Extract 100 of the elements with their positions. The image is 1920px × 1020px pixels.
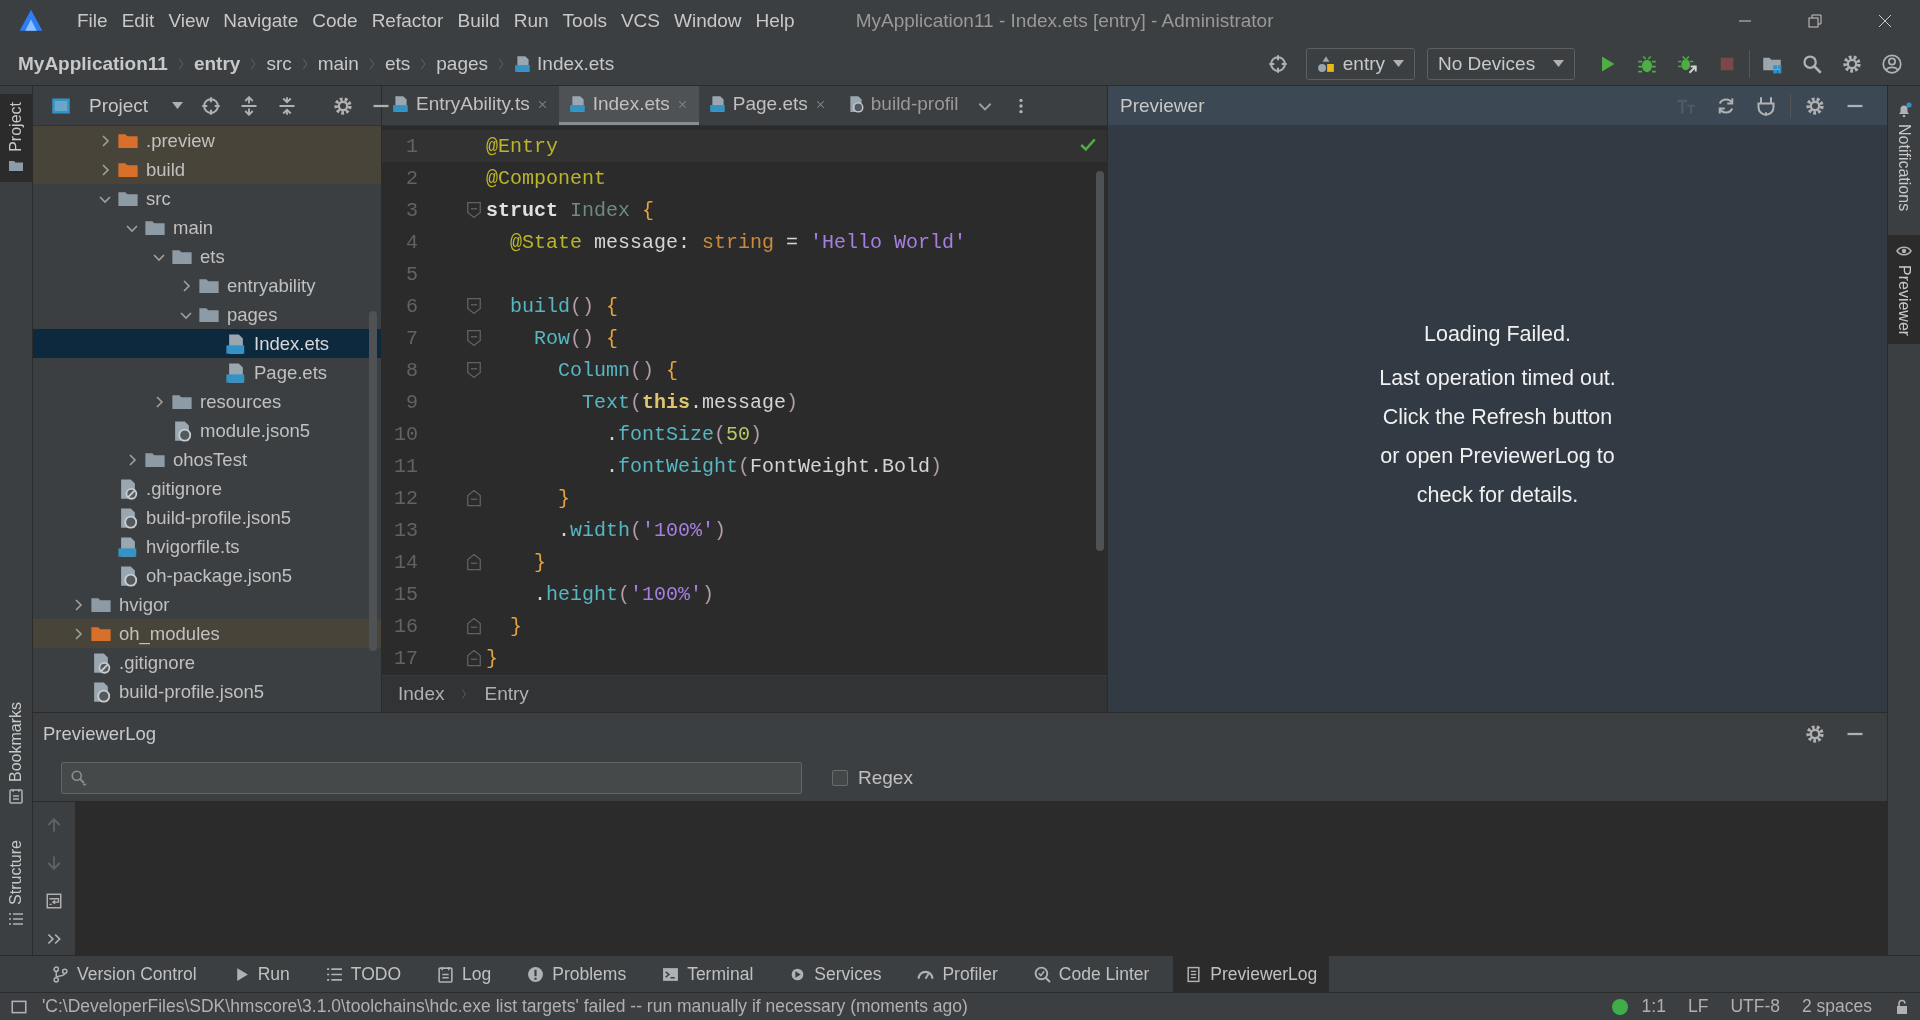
tool-window-button[interactable]: Problems	[515, 956, 639, 992]
menu-item[interactable]: Refactor	[364, 10, 451, 32]
tool-window-button[interactable]: Terminal	[650, 956, 766, 992]
tree-item[interactable]: build	[33, 155, 381, 184]
breadcrumb[interactable]: entry	[193, 52, 241, 75]
account-icon[interactable]	[1882, 53, 1902, 74]
fold-marker-icon[interactable]	[464, 616, 484, 636]
tree-item[interactable]: pages	[33, 300, 381, 329]
checkmark-icon	[1079, 136, 1097, 154]
editor-tab[interactable]: build-profil	[836, 86, 969, 125]
menu-item[interactable]: Tools	[555, 10, 614, 32]
search-field[interactable]	[61, 762, 802, 794]
menu-item[interactable]: Run	[506, 10, 556, 32]
caret-icon[interactable]	[172, 102, 184, 109]
tree-item[interactable]: main	[33, 213, 381, 242]
line-separator[interactable]: LF	[1687, 996, 1709, 1017]
side-tab[interactable]: Structure	[0, 831, 32, 935]
settings-icon[interactable]	[1805, 724, 1825, 744]
tool-window-button[interactable]: Version Control	[40, 956, 209, 992]
settings-icon[interactable]	[333, 95, 354, 116]
tree-item[interactable]: entryability	[33, 271, 381, 300]
settings-icon[interactable]	[1805, 95, 1825, 116]
tool-window-button[interactable]: Code Linter	[1021, 956, 1162, 992]
breadcrumb[interactable]: main	[317, 52, 359, 75]
tree-item[interactable]: .gitignore	[33, 474, 381, 503]
tree-item[interactable]: oh_modules	[33, 619, 381, 648]
menu-item[interactable]: Window	[667, 10, 749, 32]
scrollbar[interactable]	[369, 311, 377, 651]
menu-item[interactable]: Build	[450, 10, 507, 32]
indent-setting[interactable]: 2 spaces	[1801, 996, 1872, 1017]
tool-window-button[interactable]: PreviewerLog	[1173, 956, 1330, 992]
editor-tab[interactable]: Page.ets	[698, 86, 837, 125]
collapse-all-icon[interactable]	[277, 95, 298, 116]
tool-window-button[interactable]: Profiler	[905, 956, 1010, 992]
tool-window-button[interactable]: Run	[220, 956, 302, 992]
breadcrumb[interactable]: src	[266, 52, 292, 75]
breadcrumb[interactable]: pages	[436, 52, 489, 75]
restore-icon[interactable]	[1807, 13, 1823, 29]
locate-icon[interactable]	[201, 95, 222, 116]
fold-marker-icon[interactable]	[464, 360, 484, 380]
editor-tab[interactable]: EntryAbility.ts	[382, 86, 559, 125]
menu-item[interactable]: Navigate	[216, 10, 306, 32]
side-tab[interactable]: Bookmarks	[0, 693, 32, 812]
tree-item[interactable]: ets	[33, 242, 381, 271]
menu-item[interactable]: Help	[748, 10, 802, 32]
menu-item[interactable]: File	[70, 10, 115, 32]
device-dropdown[interactable]: No Devices	[1427, 47, 1575, 80]
settings-icon[interactable]	[1842, 53, 1862, 74]
fold-marker-icon[interactable]	[464, 488, 484, 508]
tool-window-button[interactable]: Services	[777, 956, 894, 992]
tree-item[interactable]: src	[33, 184, 381, 213]
breadcrumb[interactable]: Index.ets	[514, 52, 615, 75]
tool-window-button[interactable]: Log	[425, 956, 504, 992]
plug-icon[interactable]	[1756, 95, 1776, 116]
tree-item[interactable]: ohosTest	[33, 445, 381, 474]
search-icon[interactable]	[1802, 53, 1822, 74]
lock-icon[interactable]	[1894, 998, 1910, 1015]
side-tab[interactable]: Project	[0, 94, 32, 182]
breadcrumb[interactable]: Entry	[484, 683, 529, 705]
tree-item[interactable]: oh-package.json5	[33, 561, 381, 590]
tree-item[interactable]: module.json5	[33, 416, 381, 445]
caret-position[interactable]: 1:1	[1641, 996, 1666, 1017]
soft-wrap-icon[interactable]	[45, 892, 63, 910]
tree-item[interactable]: Page.ets	[33, 358, 381, 387]
tree-item[interactable]: .gitignore	[33, 648, 381, 677]
tree-item[interactable]: build-profile.json5	[33, 677, 381, 706]
regex-checkbox[interactable]: Regex	[832, 767, 913, 789]
fold-marker-icon[interactable]	[464, 296, 484, 316]
breadcrumb[interactable]: Index	[398, 683, 445, 705]
tree-item[interactable]: .preview	[33, 126, 381, 155]
tool-window-button[interactable]: TODO	[313, 956, 413, 992]
tree-item[interactable]: resources	[33, 387, 381, 416]
tree-item[interactable]: hvigor	[33, 590, 381, 619]
breadcrumb[interactable]: MyApplication11	[18, 52, 168, 75]
module-dropdown[interactable]: entry	[1305, 47, 1415, 80]
side-tab[interactable]: Notifications	[1888, 94, 1920, 220]
side-tab[interactable]: Previewer	[1888, 235, 1920, 345]
close-icon[interactable]	[1877, 13, 1893, 29]
scrollbar[interactable]	[1096, 171, 1104, 551]
tree-item[interactable]: build-profile.json5	[33, 503, 381, 532]
editor-tab[interactable]: Index.ets	[558, 86, 699, 125]
bug-icon[interactable]	[1637, 53, 1657, 74]
expand-all-icon[interactable]	[239, 95, 260, 116]
search-icon[interactable]	[70, 769, 88, 787]
menu-item[interactable]: VCS	[613, 10, 667, 32]
target-icon[interactable]	[1267, 53, 1288, 74]
status-message: 'C:\DeveloperFiles\SDK\hmscore\3.1.0\toolchains\hdc.exe list targets' failed -- run manually if necessary (moments ago)	[42, 996, 968, 1017]
tree-item[interactable]: Index.ets	[33, 329, 381, 358]
fold-marker-icon[interactable]	[464, 552, 484, 572]
menu-item[interactable]: View	[161, 10, 217, 32]
fold-marker-icon[interactable]	[464, 200, 484, 220]
breadcrumb[interactable]: ets	[384, 52, 411, 75]
tree-item[interactable]: hvigorfile.ts	[33, 532, 381, 561]
menu-item[interactable]: Code	[305, 10, 365, 32]
menu-item[interactable]: Edit	[114, 10, 162, 32]
fold-marker-icon[interactable]	[464, 648, 484, 668]
file-encoding[interactable]: UTF-8	[1730, 996, 1780, 1017]
bug-arrow-icon[interactable]	[1677, 53, 1697, 74]
document-icon	[1185, 965, 1203, 983]
fold-marker-icon[interactable]	[464, 328, 484, 348]
